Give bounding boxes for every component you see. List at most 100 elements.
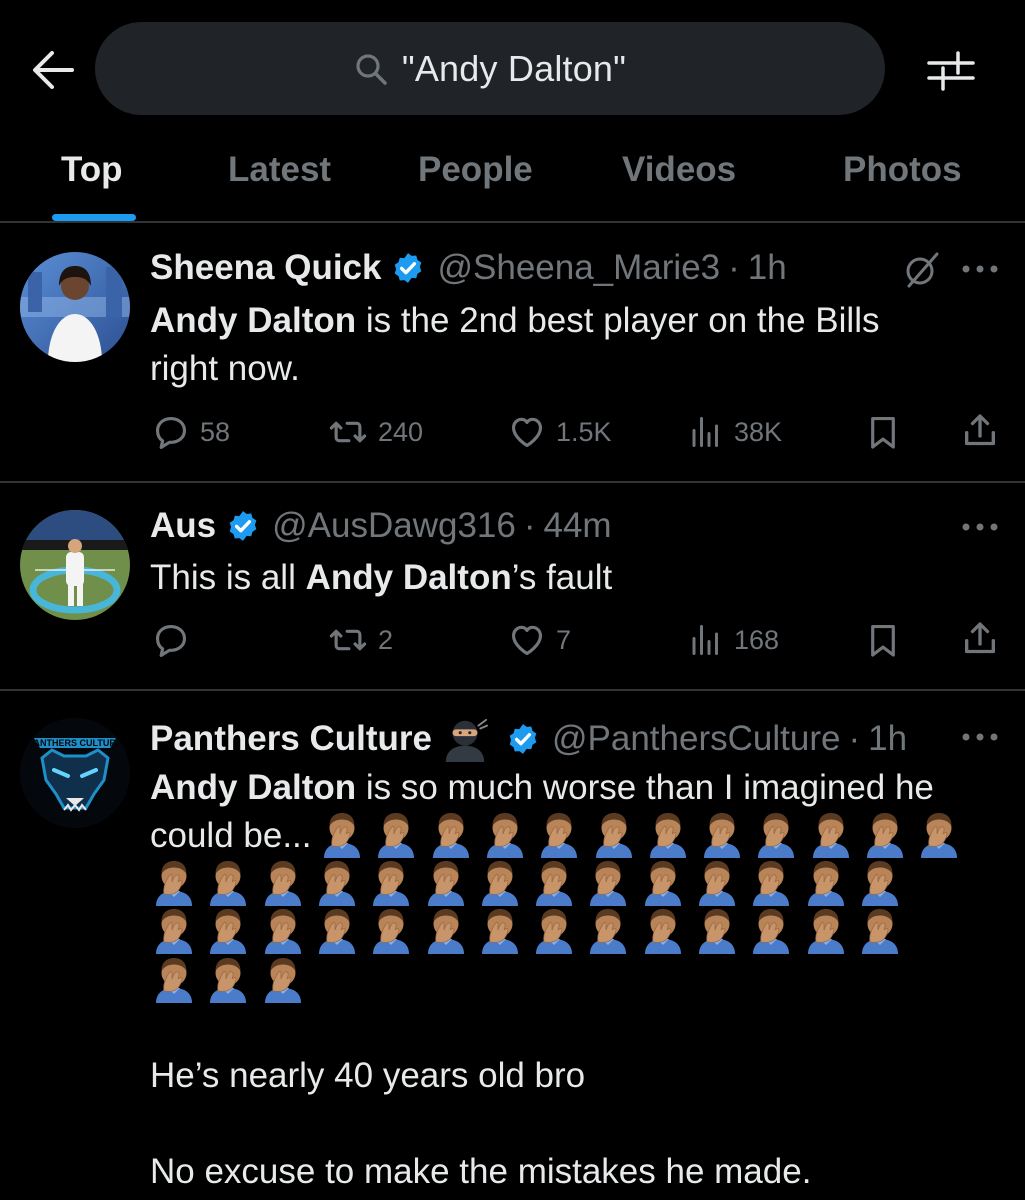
reply-button[interactable] <box>152 621 200 659</box>
tweet-header: Sheena Quick @Sheena_Marie3 · 1h <box>150 248 787 288</box>
timestamp[interactable]: 44m <box>544 506 612 546</box>
retweet-icon <box>328 413 368 451</box>
timestamp[interactable]: 1h <box>868 719 907 759</box>
verified-badge-icon <box>391 251 425 285</box>
filter-button[interactable] <box>925 45 977 95</box>
search-term-highlight: Andy Dalton <box>150 768 357 807</box>
search-input[interactable]: "Andy Dalton" <box>95 22 885 115</box>
facepalm-emoji-icon <box>481 810 529 858</box>
facepalm-emoji-icon <box>584 858 632 906</box>
facepalm-emoji-icon <box>590 810 638 858</box>
facepalm-emoji-icon <box>259 906 307 954</box>
facepalm-emoji-icon <box>204 858 252 906</box>
tab-people[interactable]: People <box>418 150 533 190</box>
reply-button[interactable]: 58 <box>152 413 230 451</box>
filter-icon <box>927 51 975 91</box>
views-button[interactable]: 168 <box>688 621 779 659</box>
separator-dot: · <box>523 506 536 545</box>
like-button[interactable]: 7 <box>508 621 571 659</box>
facepalm-emoji-icon <box>422 906 470 954</box>
share-icon[interactable] <box>960 411 1000 451</box>
like-button[interactable]: 1.5K <box>508 413 612 451</box>
facepalm-emoji-icon <box>313 858 361 906</box>
retweet-button[interactable]: 2 <box>328 621 393 659</box>
display-name[interactable]: Panthers Culture <box>150 719 432 759</box>
views-count: 168 <box>734 624 780 655</box>
facepalm-emoji-icon <box>530 906 578 954</box>
facepalm-emoji-icon <box>747 906 795 954</box>
facepalm-emoji-icon <box>693 906 741 954</box>
facepalm-emoji-icon <box>639 858 687 906</box>
retweet-button[interactable]: 240 <box>328 413 423 451</box>
timestamp[interactable]: 1h <box>748 248 787 288</box>
tweet-text: Andy Dalton is so much worse than I imag… <box>150 764 1000 812</box>
like-icon <box>508 621 546 659</box>
tab-top[interactable]: Top <box>61 150 123 190</box>
reply-icon <box>152 621 190 659</box>
like-count: 1.5K <box>556 416 612 447</box>
search-icon <box>356 53 387 85</box>
tweet-text: This is all Andy Dalton’s fault <box>150 554 990 602</box>
views-button[interactable]: 38K <box>688 413 782 451</box>
views-icon <box>688 621 724 659</box>
text-segment: could be... <box>150 816 312 855</box>
views-icon <box>688 413 724 451</box>
handle[interactable]: @PanthersCulture <box>552 719 840 759</box>
facepalm-emoji-icon <box>747 858 795 906</box>
facepalm-emoji-icon <box>150 858 198 906</box>
more-icon[interactable] <box>960 521 1000 533</box>
facepalm-emoji-icon <box>204 955 252 1003</box>
search-query: "Andy Dalton" <box>401 47 627 89</box>
views-count: 38K <box>734 416 783 447</box>
back-arrow-icon <box>33 51 74 89</box>
facepalm-emoji-icon <box>807 810 855 858</box>
tab-latest[interactable]: Latest <box>228 150 331 190</box>
facepalm-emoji-icon <box>476 906 524 954</box>
more-icon[interactable] <box>960 731 1000 743</box>
facepalm-emoji-icon <box>204 906 252 954</box>
display-name[interactable]: Aus <box>150 506 216 546</box>
facepalm-emoji-icon <box>150 955 198 1003</box>
facepalm-emoji-icon <box>313 906 361 954</box>
facepalm-emoji-icon <box>861 810 909 858</box>
avatar[interactable]: PANTHERS CULTURE <box>20 718 130 828</box>
avatar[interactable] <box>20 252 130 362</box>
back-button[interactable] <box>30 48 84 92</box>
facepalm-emoji-icon <box>639 906 687 954</box>
separator-dot: · <box>848 719 861 758</box>
facepalm-emoji-icon <box>584 906 632 954</box>
facepalm-emoji-icon <box>802 858 850 906</box>
display-name[interactable]: Sheena Quick <box>150 248 381 288</box>
more-icon[interactable] <box>960 263 1000 275</box>
share-icon[interactable] <box>960 619 1000 659</box>
facepalm-emoji-icon <box>535 810 583 858</box>
text-segment: This is all <box>150 558 306 597</box>
facepalm-emoji-icon <box>693 858 741 906</box>
facepalm-emoji-icon <box>259 955 307 1003</box>
tweet-text: Andy Dalton is the 2nd best player on th… <box>150 297 990 393</box>
retweet-icon <box>328 621 368 659</box>
tab-photos[interactable]: Photos <box>843 150 962 190</box>
tweet-paragraph: He’s nearly 40 years old bro <box>150 1056 586 1095</box>
grok-slash-icon[interactable] <box>904 250 940 288</box>
tweet-header: Aus @AusDawg316 · 44m <box>150 506 612 546</box>
retweet-count: 240 <box>378 416 424 447</box>
facepalm-emoji-icon <box>427 810 475 858</box>
verified-badge-icon <box>506 722 540 756</box>
facepalm-emoji-icon <box>698 810 746 858</box>
search-term-highlight: Andy Dalton <box>150 301 357 340</box>
facepalm-emoji-icon <box>259 858 307 906</box>
bookmark-icon[interactable] <box>864 620 902 660</box>
facepalm-emoji-icon <box>367 858 415 906</box>
facepalm-emoji-icon <box>372 810 420 858</box>
handle[interactable]: @Sheena_Marie3 <box>437 248 720 288</box>
avatar[interactable] <box>20 510 130 620</box>
active-tab-indicator <box>52 214 136 221</box>
like-count: 7 <box>556 624 572 655</box>
bookmark-icon[interactable] <box>864 412 902 452</box>
like-icon <box>508 413 546 451</box>
facepalm-emoji-icon <box>856 906 904 954</box>
handle[interactable]: @AusDawg316 <box>272 506 516 546</box>
text-segment: ’s fault <box>511 558 613 597</box>
tab-videos[interactable]: Videos <box>622 150 736 190</box>
